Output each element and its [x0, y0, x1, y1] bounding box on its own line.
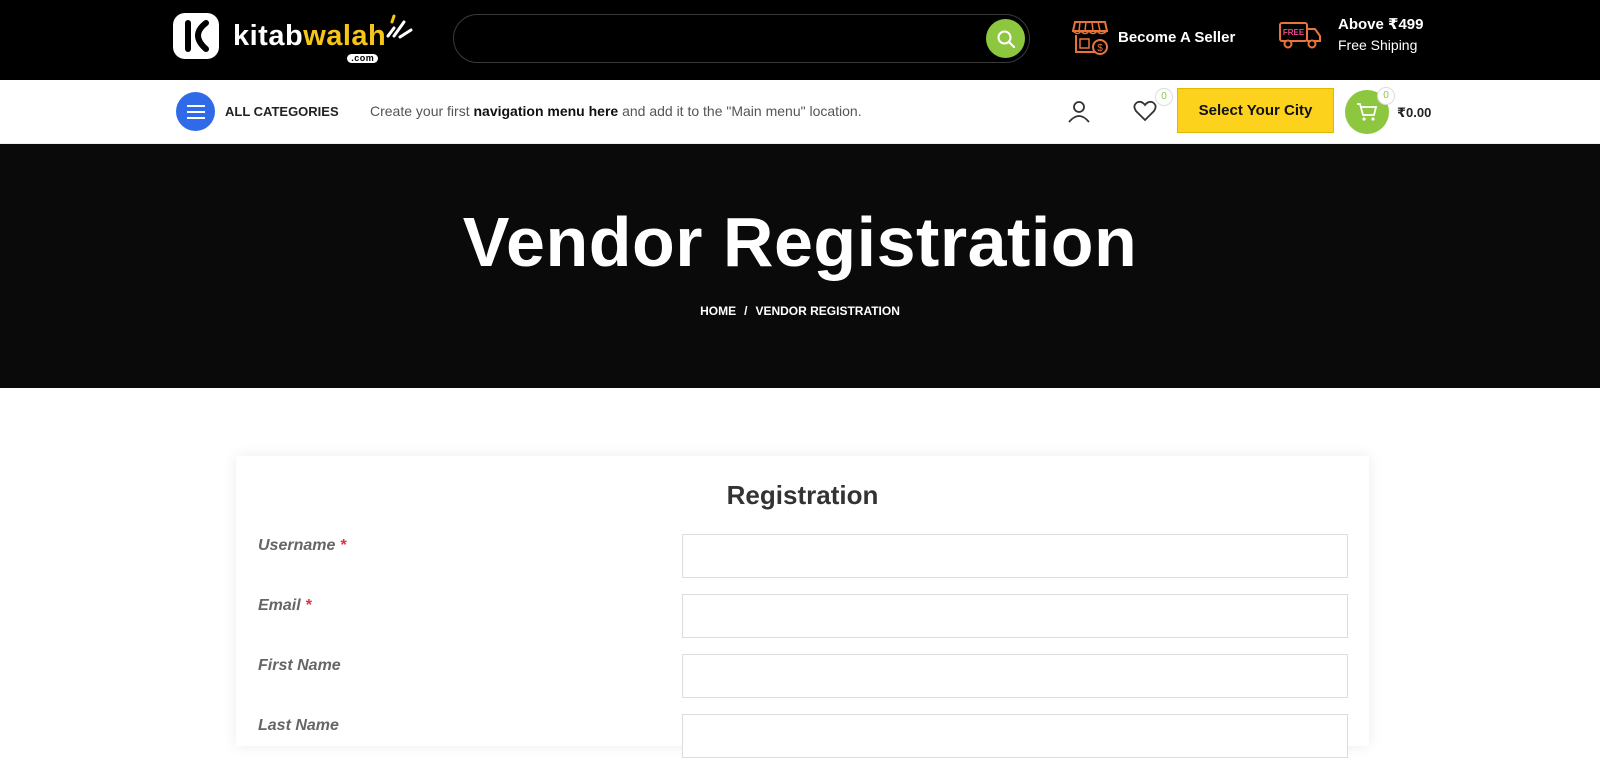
navigation-menu-notice: Create your first navigation menu here a… — [370, 103, 862, 119]
all-categories-label[interactable]: ALL CATEGORIES — [225, 104, 339, 119]
select-city-button[interactable]: Select Your City — [1177, 88, 1334, 133]
search-button[interactable] — [986, 19, 1025, 58]
breadcrumb-current: VENDOR REGISTRATION — [755, 304, 900, 318]
notice-text-before: Create your first — [370, 103, 474, 119]
shipping-threshold: Above ₹499 — [1338, 16, 1424, 33]
svg-text:$: $ — [1097, 43, 1103, 54]
become-seller-label: Become A Seller — [1118, 28, 1236, 46]
become-seller-link[interactable]: $ Become A Seller — [1072, 18, 1235, 56]
heart-icon — [1133, 100, 1157, 122]
form-title: Registration — [726, 480, 879, 510]
cart-total[interactable]: ₹0.00 — [1397, 105, 1431, 121]
email-field[interactable] — [682, 594, 1348, 638]
email-label: Email * — [258, 597, 312, 614]
wishlist-button[interactable] — [1133, 100, 1157, 127]
svg-text:FREE: FREE — [1283, 28, 1305, 37]
search-bar — [453, 14, 1030, 63]
site-logo[interactable]: kitabwalah .com — [173, 12, 413, 63]
store-icon: $ — [1072, 21, 1108, 55]
logo-text-suffix: .com — [347, 53, 379, 63]
breadcrumb: HOME / VENDOR REGISTRATION — [0, 304, 1600, 318]
last-name-label: Last Name — [258, 717, 339, 734]
user-icon — [1068, 101, 1090, 123]
wishlist-count-badge: 0 — [1155, 88, 1173, 106]
search-input[interactable] — [472, 25, 962, 53]
cart-icon — [1357, 103, 1378, 121]
breadcrumb-separator: / — [744, 304, 748, 318]
search-icon — [997, 30, 1015, 48]
free-truck-icon: FREE — [1279, 22, 1321, 49]
notice-text-after: and add it to the "Main menu" location. — [618, 103, 862, 119]
breadcrumb-home-link[interactable]: HOME — [700, 304, 736, 318]
username-label: Username * — [258, 537, 347, 554]
categories-menu-button[interactable] — [176, 92, 215, 131]
top-header: kitabwalah .com $ Become A Seller FREE A… — [0, 0, 1600, 80]
navigation-menu-link[interactable]: navigation menu here — [473, 103, 618, 119]
logo-burst-icon — [386, 14, 413, 38]
shipping-subtitle: Free Shiping — [1338, 37, 1418, 53]
cart-count-badge: 0 — [1377, 87, 1395, 105]
page-title: Vendor Registration — [462, 203, 1138, 281]
logo-text-walah: walah — [303, 19, 387, 52]
first-name-field[interactable] — [682, 654, 1348, 698]
last-name-field[interactable] — [682, 714, 1348, 758]
first-name-label: First Name — [258, 657, 341, 674]
logo-text-kitab: kitab — [233, 19, 304, 52]
registration-form: Registration Username * Email * First Na… — [236, 456, 1369, 758]
logo-mark-icon — [173, 13, 219, 59]
username-field[interactable] — [682, 534, 1348, 578]
account-button[interactable] — [1067, 99, 1091, 128]
free-shipping-info: FREE Above ₹499 Free Shiping — [1278, 14, 1423, 56]
page-hero: Vendor Registration HOME / VENDOR REGISTRA… — [0, 144, 1600, 388]
hamburger-menu-icon — [186, 104, 205, 119]
